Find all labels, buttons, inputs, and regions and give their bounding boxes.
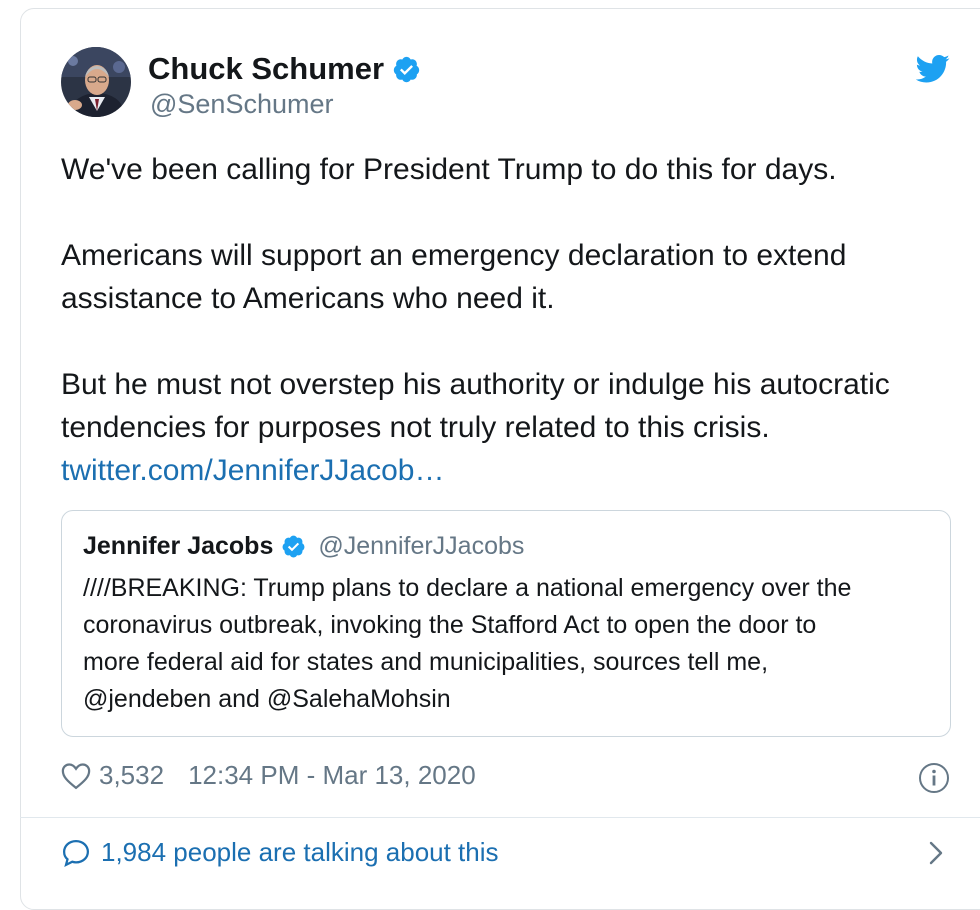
quoted-tweet-header: Jennifer Jacobs @JenniferJJacobs bbox=[83, 532, 524, 561]
quoted-line: ////BREAKING: Trump plans to declare a n… bbox=[83, 574, 852, 602]
speech-bubble-icon bbox=[62, 839, 90, 867]
like-count[interactable]: 3,532 bbox=[99, 760, 164, 791]
conversation-link[interactable]: 1,984 people are talking about this bbox=[61, 837, 499, 868]
tweet-line: We've been calling for President Trump t… bbox=[61, 153, 837, 186]
timestamp[interactable]: 12:34 PM - Mar 13, 2020 bbox=[188, 760, 476, 791]
divider bbox=[20, 817, 980, 818]
chevron-right-icon[interactable] bbox=[926, 840, 946, 866]
quoted-line: @jendeben and @SalehaMohsin bbox=[83, 685, 451, 713]
tweet-line: tendencies for purposes not truly relate… bbox=[61, 411, 770, 444]
conversation-count[interactable]: 1,984 people are talking about this bbox=[101, 837, 499, 868]
quoted-tweet-text: ////BREAKING: Trump plans to declare a n… bbox=[83, 570, 933, 718]
quoted-line: coronavirus outbreak, invoking the Staff… bbox=[83, 611, 817, 639]
author-handle[interactable]: @SenSchumer bbox=[150, 89, 334, 120]
tweet-meta: 3,532 12:34 PM - Mar 13, 2020 bbox=[61, 760, 476, 791]
info-icon[interactable] bbox=[918, 762, 950, 794]
tweet-link[interactable]: twitter.com/JenniferJJacob… bbox=[61, 454, 444, 487]
quoted-tweet[interactable]: Jennifer Jacobs @JenniferJJacobs ////BRE… bbox=[61, 510, 951, 737]
twitter-bird-icon[interactable] bbox=[916, 54, 950, 84]
author-name-row[interactable]: Chuck Schumer bbox=[148, 51, 421, 87]
tweet-text: We've been calling for President Trump t… bbox=[61, 148, 961, 492]
verified-badge-icon bbox=[282, 535, 305, 558]
tweet-line: assistance to Americans who need it. bbox=[61, 282, 555, 315]
author-name[interactable]: Chuck Schumer bbox=[148, 51, 384, 87]
quoted-author-name: Jennifer Jacobs bbox=[83, 532, 274, 560]
tweet-line: But he must not overstep his authority o… bbox=[61, 368, 890, 401]
verified-badge-icon bbox=[393, 56, 420, 82]
avatar[interactable] bbox=[61, 47, 131, 117]
quoted-author-handle: @JenniferJJacobs bbox=[318, 532, 525, 560]
avatar-photo bbox=[61, 47, 131, 117]
heart-icon[interactable] bbox=[61, 762, 91, 790]
quoted-line: more federal aid for states and municipa… bbox=[83, 648, 769, 676]
tweet-line: Americans will support an emergency decl… bbox=[61, 239, 847, 272]
